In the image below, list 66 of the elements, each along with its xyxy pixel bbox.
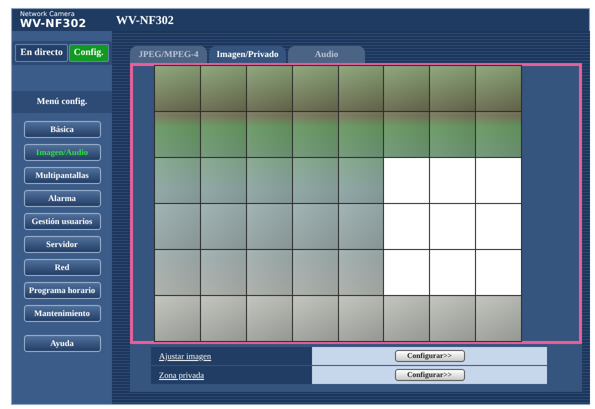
menu-button[interactable]: Red [24,258,100,276]
zone-cell[interactable] [292,158,338,203]
zone-cell[interactable] [200,204,246,249]
zone-cell[interactable] [155,250,200,295]
masked-zone-cell[interactable] [384,204,430,249]
zone-cell[interactable] [338,296,384,341]
masked-zone-cell[interactable] [430,204,476,249]
zone-cell[interactable] [246,158,292,203]
menu-button[interactable]: Imagen/Audio [24,144,100,160]
menu-button[interactable]: Servidor [24,236,100,252]
menu-button[interactable]: Alarma [24,190,100,206]
mode-button[interactable]: En directo [15,44,68,62]
zone-cell[interactable] [338,158,384,203]
menu-button[interactable]: Mantenimiento [24,304,100,322]
menu-button[interactable]: Gestión usuarios [24,212,100,230]
zone-cell[interactable] [246,66,292,111]
zone-cell[interactable] [155,158,200,203]
menu-button[interactable]: Ayuda [24,334,100,352]
masked-zone-cell[interactable] [384,158,430,203]
zone-cell[interactable] [155,112,200,157]
zone-cell[interactable] [200,112,246,157]
zone-cell[interactable] [246,250,292,295]
zone-cell[interactable] [338,204,384,249]
masked-zone-cell[interactable] [476,250,521,295]
zone-cell[interactable] [384,296,430,341]
zone-cell[interactable] [384,66,430,111]
zone-cell[interactable] [246,112,292,157]
zone-cell[interactable] [246,296,292,341]
zone-cell[interactable] [155,66,200,111]
menu-button[interactable]: Programa horario [24,282,100,298]
zone-cell[interactable] [430,66,476,111]
masked-zone-cell[interactable] [384,250,430,295]
menu-button[interactable]: Básica [24,120,100,138]
masked-zone-cell[interactable] [476,158,521,203]
zone-cell[interactable] [384,112,430,157]
zone-cell[interactable] [200,296,246,341]
zone-cell[interactable] [476,296,521,341]
masked-zone-cell[interactable] [430,250,476,295]
zone-cell[interactable] [476,66,521,111]
menu-button[interactable]: Multipantallas [24,166,100,184]
mode-button[interactable]: Config. [68,44,109,62]
zone-cell[interactable] [200,66,246,111]
zone-cell[interactable] [292,250,338,295]
zone-cell[interactable] [155,296,200,341]
zone-cell[interactable] [430,296,476,341]
tab[interactable]: Imagen/Privado [209,46,286,63]
zone-cell[interactable] [476,112,521,157]
masked-zone-cell[interactable] [430,158,476,203]
zone-cell[interactable] [292,296,338,341]
zone-cell[interactable] [292,204,338,249]
brand-model: WV-NF302 [20,18,88,29]
zone-cell[interactable] [338,66,384,111]
menu-title: Menú config. [12,91,112,112]
zone-cell[interactable] [338,250,384,295]
settings-link[interactable]: Ajustar imagen [151,347,312,365]
zone-cell[interactable] [200,250,246,295]
masked-zone-cell[interactable] [476,204,521,249]
page-title: WV-NF302 [116,12,174,29]
zone-cell[interactable] [292,66,338,111]
zone-cell[interactable] [200,158,246,203]
zone-cell[interactable] [155,204,200,249]
zone-cell[interactable] [430,112,476,157]
settings-link[interactable]: Zona privada [151,366,312,384]
zone-cell[interactable] [292,112,338,157]
zone-cell[interactable] [338,112,384,157]
zone-cell[interactable] [246,204,292,249]
